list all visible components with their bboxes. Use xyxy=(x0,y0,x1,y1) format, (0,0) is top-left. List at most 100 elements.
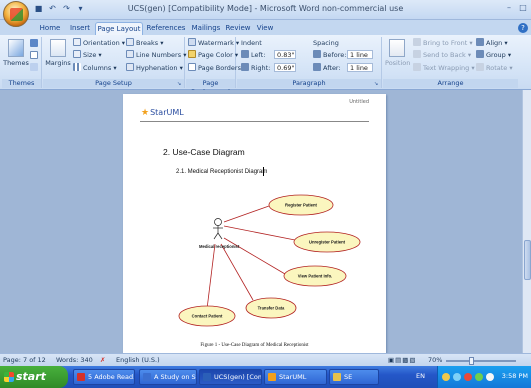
page-borders-button[interactable]: Page Borders xyxy=(188,63,241,73)
app-icon xyxy=(203,373,211,381)
orientation-button[interactable]: Orientation ▾ xyxy=(73,38,125,48)
tab-home[interactable]: Home xyxy=(35,22,65,35)
page-setup-group-label: Page Setup xyxy=(43,79,184,88)
use-case-contact-patient[interactable]: Contact Patient xyxy=(178,305,236,327)
title-bar: ■ ↶ ↷ ▾ UCS(gen) [Compatibility Mode] - … xyxy=(0,0,531,27)
window-controls: – □ xyxy=(503,2,529,14)
text-wrapping-button[interactable]: Text Wrapping ▾ xyxy=(413,63,475,73)
tray-icon-5[interactable] xyxy=(486,373,494,381)
watermark-button[interactable]: Watermark ▾ xyxy=(188,38,239,48)
indent-left-icon xyxy=(241,50,249,58)
app-icon xyxy=(143,373,151,381)
use-case-label: Transfer Data xyxy=(258,306,285,311)
themes-button[interactable]: Themes xyxy=(3,39,29,67)
minimize-button[interactable]: – xyxy=(503,2,515,14)
theme-fonts-button[interactable] xyxy=(30,51,40,61)
actor-label: Medical receptionist xyxy=(199,244,240,249)
margins-button[interactable]: Margins xyxy=(45,39,71,67)
page-count[interactable]: Page: 7 of 12 xyxy=(3,356,46,365)
use-case-transfer-data[interactable]: Transfer Data xyxy=(245,297,297,319)
use-case-diagram[interactable]: Medical receptionist Register Patient Un… xyxy=(123,94,386,353)
office-logo-icon xyxy=(10,8,23,21)
hyphenation-button[interactable]: Hyphenation ▾ xyxy=(126,63,183,73)
maximize-button[interactable]: □ xyxy=(517,2,529,14)
document-area: ★StarUML Untitled 2. Use-Case Diagram 2.… xyxy=(0,90,531,353)
size-button[interactable]: Size ▾ xyxy=(73,50,102,60)
use-case-register-patient[interactable]: Register Patient xyxy=(268,194,334,216)
bring-to-front-button[interactable]: Bring to Front ▾ xyxy=(413,38,473,48)
indent-left-field[interactable]: 0.83" xyxy=(274,50,296,59)
send-to-back-button[interactable]: Send to Back ▾ xyxy=(413,50,471,60)
tab-page-layout[interactable]: Page Layout xyxy=(95,22,143,35)
columns-button[interactable]: Columns ▾ xyxy=(73,63,117,73)
proofing-icon[interactable]: ✗ xyxy=(100,356,105,365)
taskbar-button[interactable]: A Study on Star... xyxy=(139,369,197,385)
tray-icon-3[interactable] xyxy=(464,373,472,381)
language-indicator[interactable]: EN xyxy=(416,372,425,380)
app-icon xyxy=(333,373,341,381)
tab-references[interactable]: References xyxy=(145,22,187,35)
tab-review[interactable]: Review xyxy=(224,22,252,35)
word-count[interactable]: Words: 340 xyxy=(56,356,93,365)
position-button[interactable]: Position xyxy=(385,39,410,67)
spacing-before-field[interactable]: 1 line xyxy=(347,50,373,59)
tab-insert[interactable]: Insert xyxy=(66,22,94,35)
start-button[interactable]: start xyxy=(0,366,68,388)
tab-view[interactable]: View xyxy=(253,22,277,35)
use-case-label: Unregister Patient xyxy=(309,240,346,245)
indent-label: Indent xyxy=(241,39,262,47)
group-button[interactable]: Group ▾ xyxy=(476,50,511,60)
arrange-group-label: Arrange xyxy=(383,79,518,88)
taskbar-button[interactable]: StarUML xyxy=(264,369,327,385)
rotate-icon xyxy=(476,63,484,71)
document-page[interactable]: ★StarUML Untitled 2. Use-Case Diagram 2.… xyxy=(123,94,386,353)
scrollbar-thumb[interactable] xyxy=(524,240,531,280)
spacing-label: Spacing xyxy=(313,39,339,47)
zoom-slider[interactable] xyxy=(446,357,516,365)
ribbon-tabs: Home Insert Page Layout References Maili… xyxy=(0,20,531,35)
help-icon[interactable]: ? xyxy=(518,23,528,33)
page-background-group: Watermark ▾ Page Color ▾ Page Borders Pa… xyxy=(186,37,241,96)
taskbar-button[interactable]: SE xyxy=(329,369,379,385)
page-background-group-label: Page Background xyxy=(186,79,235,96)
page-setup-dialog-launcher-icon[interactable]: ↘ xyxy=(177,81,183,87)
align-button[interactable]: Align ▾ xyxy=(476,38,508,48)
theme-colors-button[interactable] xyxy=(30,39,40,49)
spacing-after-label: After: xyxy=(313,63,341,73)
system-tray: EN 3:58 PM xyxy=(416,366,531,388)
use-case-unregister-patient[interactable]: Unregister Patient xyxy=(293,231,361,253)
use-case-view-patient-info[interactable]: View Patient Info. xyxy=(283,265,347,287)
tray-icon-2[interactable] xyxy=(453,373,461,381)
breaks-button[interactable]: Breaks ▾ xyxy=(126,38,163,48)
view-buttons[interactable]: ▣▤▩▧ xyxy=(388,356,417,365)
page-borders-icon xyxy=(188,63,196,71)
zoom-slider-knob[interactable] xyxy=(468,357,474,365)
spacing-after-field[interactable]: 1 line xyxy=(347,63,373,72)
hyphenation-icon xyxy=(126,63,134,71)
spacing-after-icon xyxy=(313,63,321,71)
use-case-label: View Patient Info. xyxy=(298,274,333,279)
theme-effects-icon xyxy=(30,63,38,71)
rotate-button[interactable]: Rotate ▾ xyxy=(476,63,513,73)
taskbar-button[interactable]: UCS(gen) [Comp... xyxy=(199,369,262,385)
theme-effects-button[interactable] xyxy=(30,63,40,73)
line-numbers-icon xyxy=(126,50,134,58)
taskbar-button-label: 5 Adobe Read... xyxy=(88,373,135,381)
taskbar-button[interactable]: 5 Adobe Read... xyxy=(73,369,135,385)
association-unregister xyxy=(223,225,296,241)
zoom-level[interactable]: 70% xyxy=(428,356,442,365)
tray-icon-4[interactable] xyxy=(475,373,483,381)
language-status[interactable]: English (U.S.) xyxy=(116,356,160,365)
clock[interactable]: 3:58 PM xyxy=(502,372,528,380)
actor-figure xyxy=(213,218,223,240)
office-button[interactable] xyxy=(3,1,29,27)
indent-right-field[interactable]: 0.69" xyxy=(274,63,296,72)
tray-icon-1[interactable] xyxy=(442,373,450,381)
line-numbers-button[interactable]: Line Numbers ▾ xyxy=(126,50,186,60)
tab-mailings[interactable]: Mailings xyxy=(189,22,223,35)
app-icon xyxy=(77,373,85,381)
vertical-scrollbar[interactable] xyxy=(522,90,531,353)
paragraph-dialog-launcher-icon[interactable]: ↘ xyxy=(374,81,380,87)
page-color-button[interactable]: Page Color ▾ xyxy=(188,50,238,60)
ribbon: Themes Themes Margins Orientation ▾ Size… xyxy=(0,35,531,96)
